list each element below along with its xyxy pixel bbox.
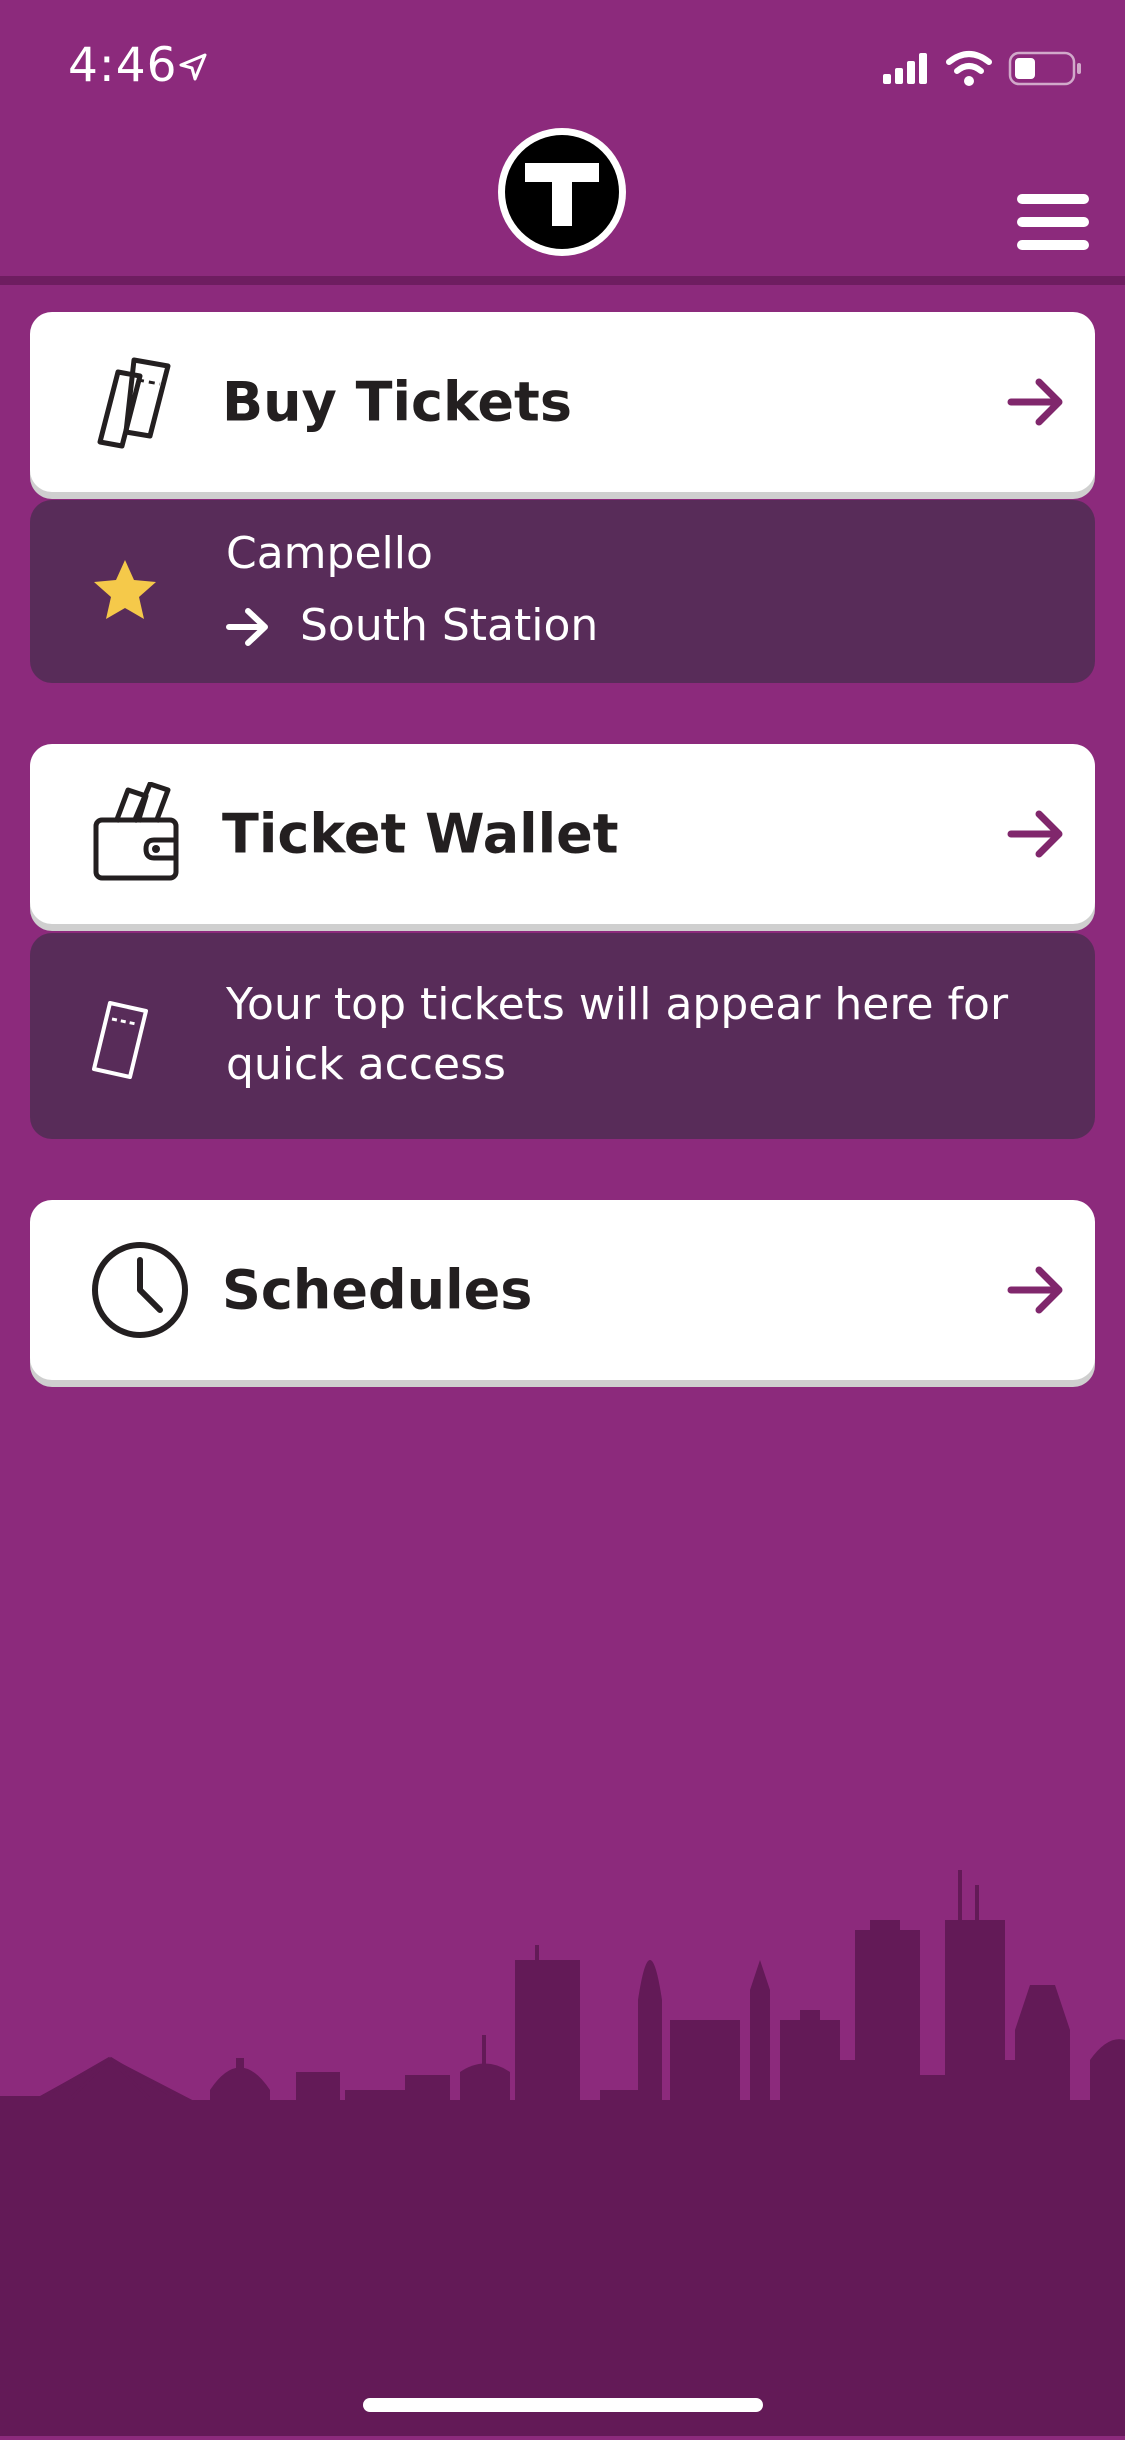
wallet-message-text: Your top tickets will appear here for qu… <box>226 979 1009 1090</box>
wifi-icon <box>946 51 992 86</box>
arrow-right-icon <box>1007 376 1065 428</box>
wallet-icon <box>88 781 192 886</box>
cellular-signal-icon <box>883 53 927 84</box>
arrow-right-icon <box>226 606 270 652</box>
star-icon <box>92 558 158 626</box>
wallet-empty-message: Your top tickets will appear here for qu… <box>30 933 1095 1139</box>
schedules-label: Schedules <box>222 1258 533 1322</box>
favorite-destination: South Station <box>300 600 599 651</box>
ticket-icon <box>88 993 158 1087</box>
header-divider <box>0 276 1125 285</box>
ticket-wallet-label: Ticket Wallet <box>222 802 619 866</box>
status-icons <box>883 48 1083 92</box>
location-arrow-icon <box>178 52 208 86</box>
hamburger-menu-icon[interactable] <box>1017 192 1089 252</box>
arrow-right-icon <box>1007 808 1065 860</box>
favorite-trip-card[interactable]: Campello South Station <box>30 500 1095 683</box>
buy-tickets-label: Buy Tickets <box>222 370 572 434</box>
buy-tickets-button[interactable]: Buy Tickets <box>30 312 1095 492</box>
clock-icon <box>88 1238 192 1342</box>
favorite-origin: Campello <box>226 528 433 579</box>
home-indicator[interactable] <box>363 2398 763 2412</box>
arrow-right-icon <box>1007 1264 1065 1316</box>
schedules-button[interactable]: Schedules <box>30 1200 1095 1380</box>
city-skyline-illustration <box>0 1860 1125 2436</box>
ticket-wallet-button[interactable]: Ticket Wallet <box>30 744 1095 924</box>
mbta-t-logo[interactable] <box>496 126 628 258</box>
battery-icon <box>1008 51 1081 86</box>
status-time: 4:46 <box>68 38 178 93</box>
tickets-icon <box>88 350 192 454</box>
